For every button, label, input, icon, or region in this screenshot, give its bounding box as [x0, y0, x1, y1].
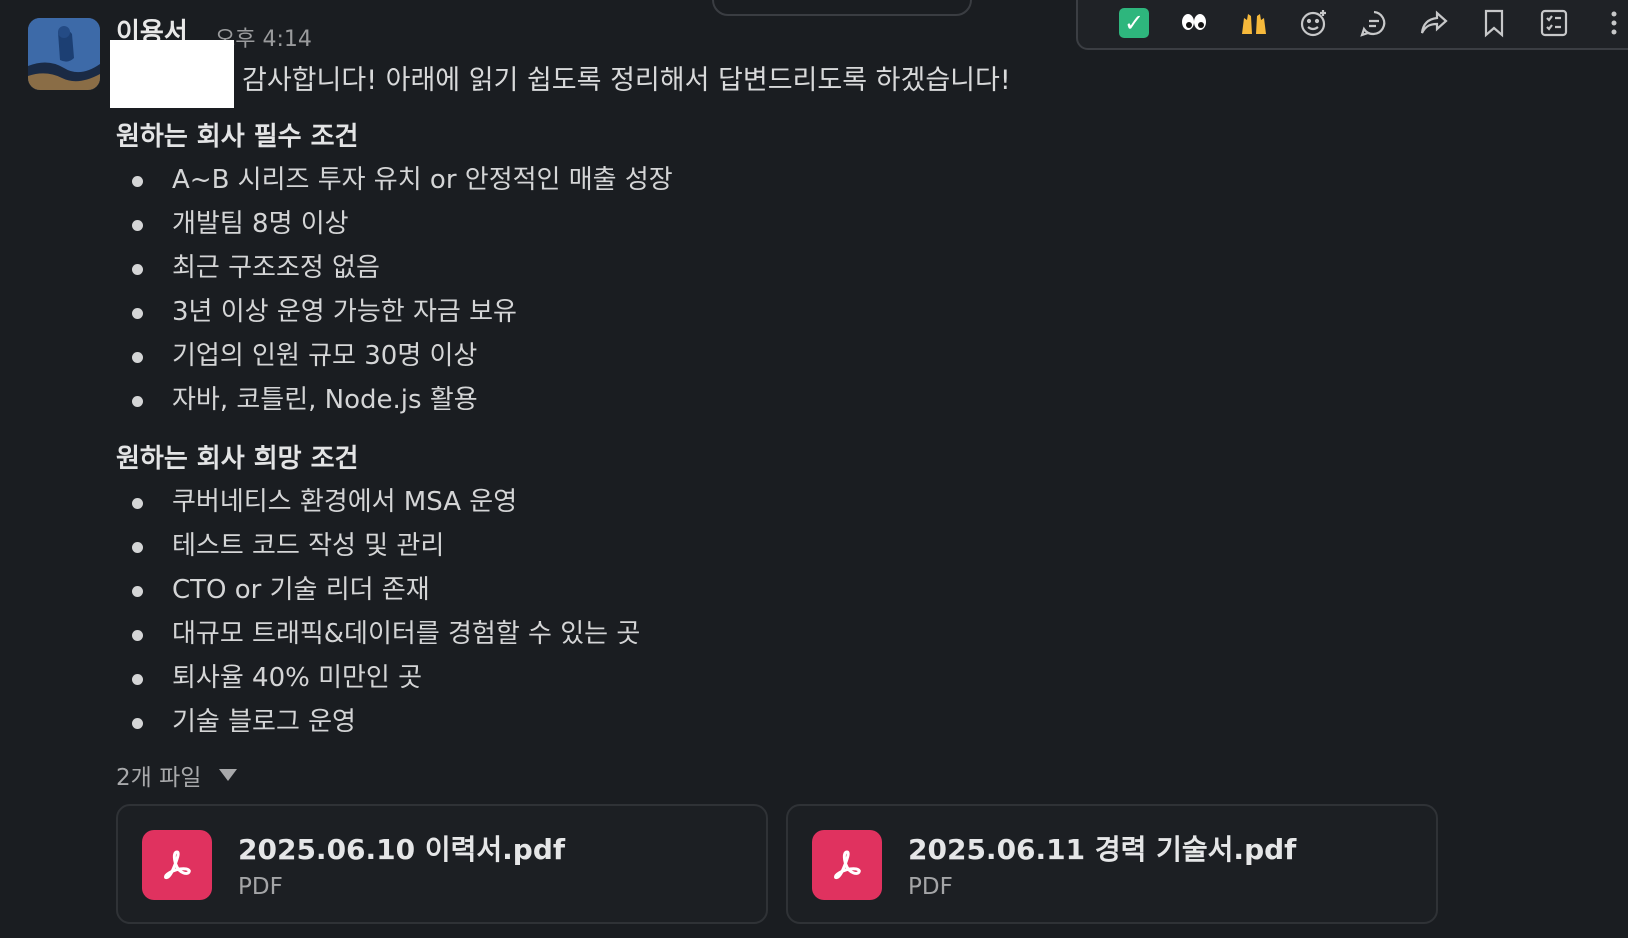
raised-hands-icon	[1242, 14, 1266, 34]
more-actions-button[interactable]	[1584, 0, 1628, 47]
files-count-label: 2개 파일	[116, 765, 202, 791]
message-intro-text: 감사합니다! 아래에 읽기 쉽도록 정리해서 답변드리도록 하겠습니다!	[242, 65, 1011, 96]
file-name[interactable]: 2025.06.10 이력서.pdf	[238, 828, 565, 868]
list-item: 대규모 트래픽&데이터를 경험할 수 있는 곳	[116, 612, 640, 656]
reaction-check-button[interactable]: ✓	[1104, 0, 1164, 47]
reply-thread-button[interactable]	[1344, 0, 1404, 47]
caret-down-icon	[219, 769, 238, 781]
file-card-resume[interactable]: 2025.06.10 이력서.pdf PDF	[116, 804, 768, 924]
avatar-image	[28, 18, 100, 90]
list-item: 쿠버네티스 환경에서 MSA 운영	[116, 480, 640, 524]
redaction-box	[110, 40, 234, 108]
message-view: ✓ 이용서 오후 4:14 감사합니다! 아래에 읽기 쉽도록 정리해서 답변드…	[0, 0, 1628, 938]
list-item: 기술 블로그 운영	[116, 700, 640, 744]
list-item: CTO or 기술 리더 존재	[116, 568, 640, 612]
list-item: 최근 구조조정 없음	[116, 246, 673, 290]
add-reaction-button[interactable]	[1284, 0, 1344, 47]
list-item: 퇴사율 40% 미만인 곳	[116, 656, 640, 700]
list-item: 3년 이상 운영 가능한 자금 보유	[116, 290, 673, 334]
more-icon	[1611, 11, 1617, 35]
preferred-conditions-list: 쿠버네티스 환경에서 MSA 운영 테스트 코드 작성 및 관리 CTO or …	[116, 480, 640, 744]
reply-thread-icon	[1360, 10, 1386, 37]
add-reaction-icon	[1300, 10, 1326, 37]
avatar[interactable]	[28, 18, 100, 90]
file-type: PDF	[908, 874, 953, 900]
add-to-list-button[interactable]	[1524, 0, 1584, 47]
bookmark-button[interactable]	[1464, 0, 1524, 47]
file-type: PDF	[238, 874, 283, 900]
list-item: A~B 시리즈 투자 유치 or 안정적인 매출 성장	[116, 158, 673, 202]
file-card-career[interactable]: 2025.06.11 경력 기술서.pdf PDF	[786, 804, 1438, 924]
preferred-conditions-title: 원하는 회사 희망 조건	[116, 444, 359, 474]
reaction-raised-hands-button[interactable]	[1224, 0, 1284, 47]
list-item: 자바, 코틀린, Node.js 활용	[116, 378, 673, 422]
required-conditions-list: A~B 시리즈 투자 유치 or 안정적인 매출 성장 개발팀 8명 이상 최근…	[116, 158, 673, 422]
share-button[interactable]	[1404, 0, 1464, 47]
list-item: 기업의 인원 규모 30명 이상	[116, 334, 673, 378]
eyes-icon	[1182, 14, 1206, 30]
checklist-icon	[1540, 9, 1568, 37]
pdf-icon	[812, 830, 882, 900]
share-icon	[1420, 10, 1448, 34]
pdf-icon	[142, 830, 212, 900]
list-item: 테스트 코드 작성 및 관리	[116, 524, 640, 568]
required-conditions-title: 원하는 회사 필수 조건	[116, 122, 359, 152]
check-mark-icon: ✓	[1119, 8, 1149, 38]
reaction-eyes-button[interactable]	[1164, 0, 1224, 47]
bookmark-icon	[1484, 9, 1504, 38]
file-name[interactable]: 2025.06.11 경력 기술서.pdf	[908, 828, 1296, 868]
message-actions-toolbar: ✓	[1076, 0, 1628, 50]
files-toggle[interactable]: 2개 파일	[116, 758, 238, 792]
new-messages-pill[interactable]	[712, 0, 972, 16]
list-item: 개발팀 8명 이상	[116, 202, 673, 246]
